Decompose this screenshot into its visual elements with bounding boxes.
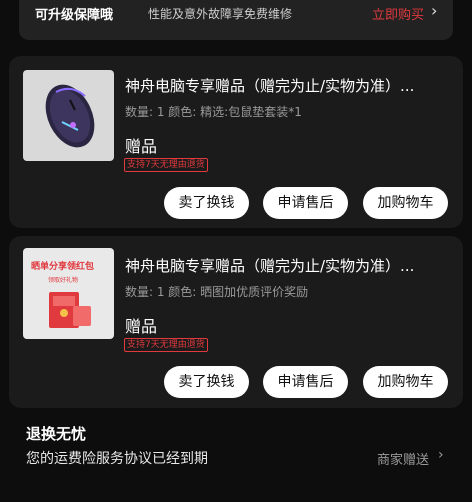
upgrade-desc: 性能及意外故障享免费维修 [148, 7, 293, 21]
sell-button[interactable]: 卖了换钱 [164, 366, 249, 398]
sell-button[interactable]: 卖了换钱 [164, 187, 249, 219]
gift-label: 赠品 [125, 317, 158, 336]
merchant-gift-link[interactable]: 商家赠送 [377, 449, 429, 468]
item-meta: 数量: 1 颜色: 精选:包鼠垫套装*1 [125, 105, 302, 119]
buy-now-link[interactable]: 立即购买 [372, 4, 424, 23]
red-envelope-image[interactable]: 晒单分享领红包 领取好礼物 [23, 248, 114, 339]
add-to-cart-button[interactable]: 加购物车 [363, 187, 448, 219]
add-to-cart-button[interactable]: 加购物车 [363, 366, 448, 398]
thumb-caption: 晒单分享领红包 [31, 262, 95, 272]
return-policy-badge: 支持7天无理由退货 [124, 338, 208, 352]
order-item-card: 神舟电脑专享赠品（赠完为止/实物为准）... 数量: 1 颜色: 精选:包鼠垫套… [9, 56, 463, 228]
return-guarantee-title: 退换无忧 [26, 425, 87, 443]
upgrade-title: 可升级保障哦 [35, 8, 114, 23]
mouse-icon [45, 84, 95, 148]
thumb-subcaption: 领取好礼物 [48, 277, 79, 284]
upgrade-banner[interactable]: 可升级保障哦 性能及意外故障享免费维修 立即购买 › [19, 0, 453, 40]
mouse-image[interactable] [23, 70, 114, 161]
return-policy-badge: 支持7天无理由退货 [124, 158, 208, 172]
chevron-right-icon[interactable]: › [431, 1, 437, 20]
after-sales-button[interactable]: 申请售后 [263, 366, 348, 398]
chevron-right-icon[interactable]: › [438, 447, 444, 463]
item-meta: 数量: 1 颜色: 晒图加优质评价奖励 [125, 285, 309, 299]
item-title[interactable]: 神舟电脑专享赠品（赠完为止/实物为准）... [125, 255, 414, 276]
shipping-insurance-status: 您的运费险服务协议已经到期 [26, 451, 208, 467]
after-sales-button[interactable]: 申请售后 [263, 187, 348, 219]
gift-label: 赠品 [125, 137, 158, 156]
order-item-card: 晒单分享领红包 领取好礼物 神舟电脑专享赠品（赠完为止/实物为准）... 数量:… [9, 236, 463, 408]
item-title[interactable]: 神舟电脑专享赠品（赠完为止/实物为准）... [125, 75, 414, 96]
